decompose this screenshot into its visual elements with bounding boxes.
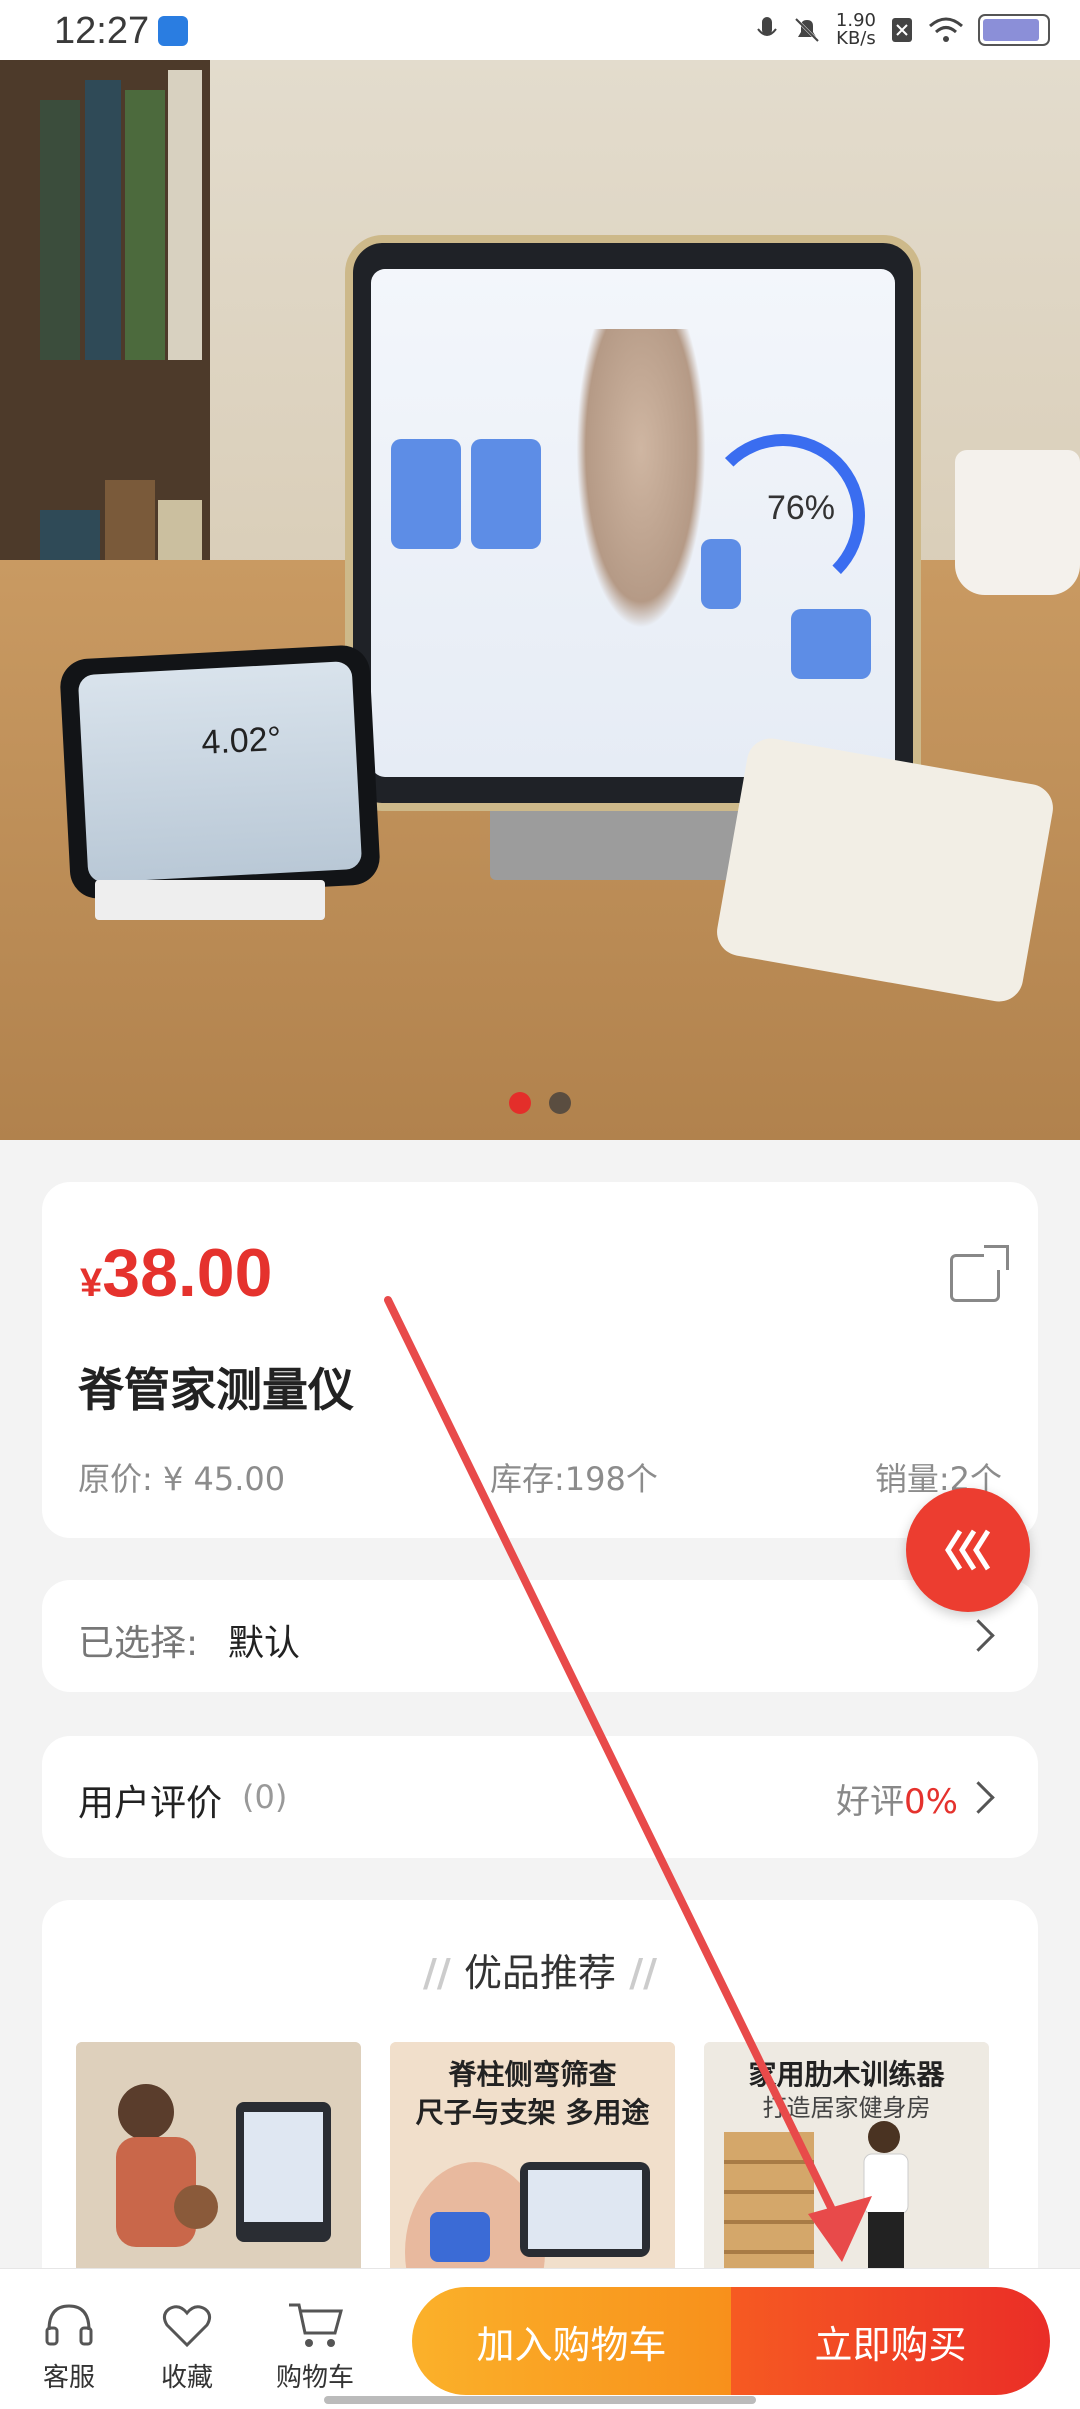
phone-screen: 4.02°: [77, 660, 363, 884]
recommend-item[interactable]: 家用肋木训练器 打造居家健身房: [704, 2042, 989, 2282]
original-price: 原价: ¥ 45.00: [78, 1460, 286, 1498]
wifi-icon: [929, 17, 963, 42]
cart-icon: [289, 2303, 343, 2347]
tablet-screen: 76%: [371, 269, 895, 777]
spine-illustration: [576, 329, 706, 629]
tablet-stand: [490, 800, 750, 880]
phone-angle: 4.02°: [200, 719, 283, 762]
chevron-right-icon: [962, 1619, 995, 1652]
product-price: ¥38.00: [80, 1234, 272, 1312]
add-to-cart-button[interactable]: 加入购物车: [412, 2287, 731, 2395]
recommend-title-text: 优品推荐: [463, 1951, 616, 1995]
hero-mug: [955, 450, 1080, 595]
buy-now-button[interactable]: 立即购买: [731, 2287, 1050, 2395]
selection-value: 默认: [228, 1623, 301, 1664]
good-rating: 好评0%: [836, 1774, 958, 1823]
app-notification-icon: [158, 16, 188, 46]
status-icons: 1.90 KB/s: [756, 8, 1050, 52]
recommend-item[interactable]: 脊柱侧弯筛查 尺子与支架 多用途: [390, 2042, 675, 2282]
bottom-action-bar: 客服 收藏 购物车 加入购物车 立即购买: [0, 2268, 1080, 2409]
product-info-card: ¥38.00 脊管家测量仪 原价: ¥ 45.00 库存:198个 销量:2个: [42, 1182, 1038, 1538]
good-rating-label: 好评: [836, 1782, 905, 1822]
hero-phone: 4.02°: [58, 644, 382, 900]
cart-label: 购物车: [275, 2363, 354, 2393]
reviews-count: (0): [242, 1778, 288, 1816]
price-value: 38.00: [102, 1235, 273, 1311]
recommend-title: // 优品推荐 //: [422, 1951, 657, 1995]
recommend-caption-line2: 尺子与支架 多用途: [415, 2096, 650, 2129]
purchase-buttons: 加入购物车 立即购买: [412, 2287, 1050, 2395]
user-reviews-row[interactable]: 用户评价 (0) 好评0%: [42, 1736, 1038, 1858]
carousel-dot-1[interactable]: [509, 1092, 531, 1114]
speed-unit: KB/s: [836, 28, 876, 49]
recommend-caption: 家用肋木训练器 打造居家健身房: [704, 2056, 989, 2122]
floating-menu-button[interactable]: [906, 1488, 1030, 1612]
status-time: 12:27: [54, 10, 150, 52]
recommend-caption: 脊柱侧弯筛查 尺子与支架 多用途: [390, 2056, 675, 2132]
good-rating-value: 0%: [904, 1782, 958, 1822]
spec-selection-row[interactable]: 已选择: 默认: [42, 1580, 1038, 1692]
recommend-caption-line1: 脊柱侧弯筛查: [448, 2058, 617, 2091]
cart-button[interactable]: 购物车: [260, 2297, 370, 2394]
recommend-item[interactable]: [76, 2042, 361, 2282]
network-speed: 1.90 KB/s: [836, 12, 876, 48]
heart-icon: [162, 2305, 212, 2348]
battery-icon: [978, 14, 1050, 46]
favorite-label: 收藏: [160, 2363, 213, 2393]
mic-icon: [757, 17, 777, 36]
headset-icon: [45, 2304, 93, 2346]
phone-stand: [95, 880, 325, 920]
recommend-caption-line2: 打造居家健身房: [762, 2094, 931, 2122]
mute-icon: [794, 17, 819, 43]
sim-off-icon: [892, 18, 912, 42]
currency-symbol: ¥: [80, 1261, 103, 1305]
chevron-right-icon: [962, 1781, 995, 1814]
reviews-label: 用户评价: [78, 1783, 223, 1824]
share-icon[interactable]: [950, 1254, 1000, 1302]
stock-count: 库存:198个: [490, 1460, 658, 1498]
customer-service-button[interactable]: 客服: [14, 2297, 124, 2394]
hero-tablet: 76%: [345, 235, 921, 811]
carousel-dot-2[interactable]: [549, 1092, 571, 1114]
carousel-indicator: [0, 1092, 1080, 1114]
triple-chevron-icon: [945, 1529, 991, 1571]
recommend-section: // 优品推荐 // 脊柱侧弯筛查 尺子与支架 多用途 家用肋木训练器 打造居家…: [42, 1900, 1038, 2320]
recommend-caption-line1: 家用肋木训练器: [748, 2058, 945, 2091]
favorite-button[interactable]: 收藏: [132, 2297, 242, 2394]
tablet-percent: 76%: [766, 489, 835, 527]
product-name: 脊管家测量仪: [78, 1363, 354, 1417]
home-indicator: [324, 2396, 756, 2404]
product-image-carousel[interactable]: 76% 4.02°: [0, 60, 1080, 1140]
status-bar: 12:27 1.90 KB/s: [0, 0, 1080, 60]
selection-label: 已选择:: [78, 1623, 199, 1664]
customer-service-label: 客服: [42, 2363, 95, 2393]
recommend-image: [76, 2042, 361, 2282]
